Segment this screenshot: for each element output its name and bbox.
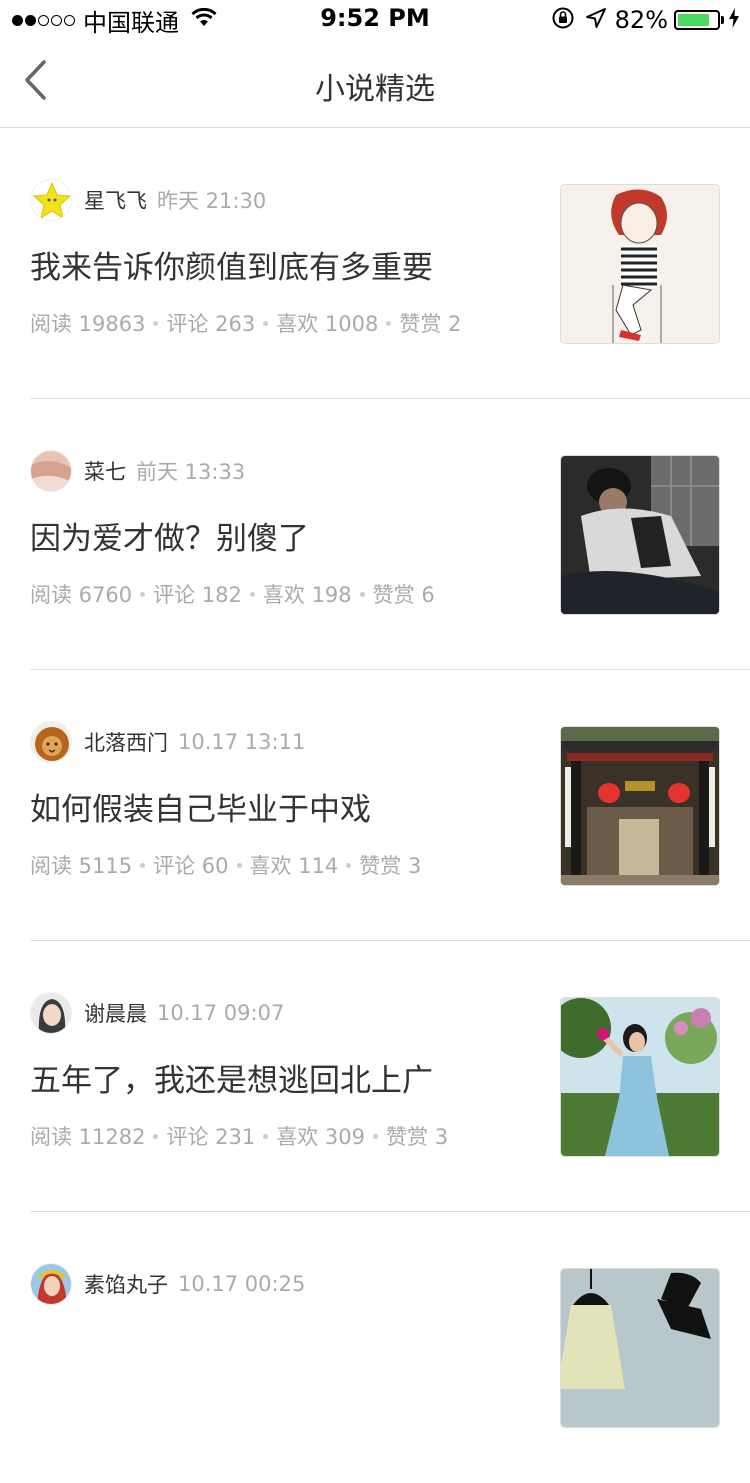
article-item[interactable]: 星飞飞 昨天 21:30 我来告诉你颜值到底有多重要 阅读 19863 评论 2… (30, 128, 750, 399)
article-title[interactable]: 我来告诉你颜值到底有多重要 (30, 242, 433, 287)
separator-dot (249, 591, 255, 597)
like-count: 喜欢 198 (262, 583, 352, 607)
reward-count: 赞赏 3 (386, 1125, 449, 1149)
like-count: 喜欢 114 (249, 854, 339, 878)
separator-dot (140, 862, 146, 868)
post-time: 10.17 09:07 (157, 1001, 285, 1025)
post-time: 前天 13:33 (136, 460, 246, 484)
read-count: 阅读 11282 (30, 1125, 146, 1149)
author-row: 菜七 前天 13:33 (30, 449, 245, 493)
article-thumbnail[interactable] (560, 1268, 720, 1428)
separator-dot (153, 320, 159, 326)
avatar[interactable] (30, 721, 72, 763)
post-time: 10.17 13:11 (178, 730, 306, 754)
author-row: 星飞飞 昨天 21:30 (30, 178, 266, 222)
article-thumbnail[interactable] (560, 184, 720, 344)
author-name[interactable]: 素馅丸子 (84, 1269, 168, 1299)
article-stats: 阅读 5115 评论 60 喜欢 114 赞赏 3 (30, 850, 421, 880)
separator-dot (373, 1133, 379, 1139)
article-thumbnail[interactable] (560, 455, 720, 615)
author-name[interactable]: 菜七 (84, 456, 126, 486)
author-row: 谢晨晨 10.17 09:07 (30, 991, 284, 1035)
separator-dot (263, 320, 269, 326)
reward-count: 赞赏 6 (372, 583, 435, 607)
read-count: 阅读 19863 (30, 312, 146, 336)
author-name[interactable]: 谢晨晨 (84, 998, 147, 1028)
post-time: 昨天 21:30 (157, 189, 267, 213)
avatar[interactable] (30, 179, 72, 221)
separator-dot (386, 320, 392, 326)
article-title[interactable]: 因为爱才做？别傻了 (30, 513, 309, 558)
avatar[interactable] (30, 992, 72, 1034)
article-thumbnail[interactable] (560, 726, 720, 886)
reward-count: 赞赏 3 (359, 854, 422, 878)
avatar[interactable] (30, 1263, 72, 1305)
comment-count: 评论 231 (166, 1125, 256, 1149)
battery-fill (678, 14, 710, 26)
separator-dot (263, 1133, 269, 1139)
like-count: 喜欢 1008 (276, 312, 379, 336)
battery-percent: 82% (614, 6, 668, 34)
article-item[interactable]: 北落西门 10.17 13:11 如何假装自己毕业于中戏 阅读 5115 评论 … (30, 670, 750, 941)
article-item[interactable]: 素馅丸子 10.17 00:25 (30, 1212, 750, 1483)
read-count: 阅读 5115 (30, 854, 133, 878)
article-item[interactable]: 谢晨晨 10.17 09:07 五年了，我还是想逃回北上广 阅读 11282 评… (30, 941, 750, 1212)
article-item[interactable]: 菜七 前天 13:33 因为爱才做？别傻了 阅读 6760 评论 182 喜欢 … (30, 399, 750, 670)
article-stats: 阅读 11282 评论 231 喜欢 309 赞赏 3 (30, 1121, 448, 1151)
separator-dot (153, 1133, 159, 1139)
separator-dot (346, 862, 352, 868)
article-list: 星飞飞 昨天 21:30 我来告诉你颜值到底有多重要 阅读 19863 评论 2… (0, 128, 750, 1483)
separator-dot (140, 591, 146, 597)
read-count: 阅读 6760 (30, 583, 133, 607)
author-name[interactable]: 北落西门 (84, 727, 168, 757)
status-bar: 中国联通 9:52 PM 82% (0, 0, 750, 40)
article-stats: 阅读 19863 评论 263 喜欢 1008 赞赏 2 (30, 308, 461, 338)
comment-count: 评论 263 (166, 312, 256, 336)
article-title[interactable]: 如何假装自己毕业于中戏 (30, 784, 371, 829)
like-count: 喜欢 309 (276, 1125, 366, 1149)
article-stats: 阅读 6760 评论 182 喜欢 198 赞赏 6 (30, 579, 435, 609)
battery-tip (721, 16, 724, 24)
reward-count: 赞赏 2 (399, 312, 462, 336)
separator-dot (359, 591, 365, 597)
charging-bolt-icon (728, 7, 740, 33)
page-title: 小说精选 (315, 72, 435, 107)
comment-count: 评论 182 (153, 583, 242, 607)
rotation-lock-icon (551, 6, 575, 34)
location-arrow-icon (585, 7, 607, 33)
comment-count: 评论 60 (153, 854, 229, 878)
battery-icon (674, 10, 720, 30)
author-row: 素馅丸子 10.17 00:25 (30, 1262, 305, 1306)
navigation-bar: 小说精选 (0, 40, 750, 128)
author-name[interactable]: 星飞飞 (84, 185, 147, 215)
article-thumbnail[interactable] (560, 997, 720, 1157)
avatar[interactable] (30, 450, 72, 492)
separator-dot (236, 862, 242, 868)
post-time: 10.17 00:25 (178, 1272, 306, 1296)
article-title[interactable]: 五年了，我还是想逃回北上广 (30, 1055, 433, 1100)
author-row: 北落西门 10.17 13:11 (30, 720, 305, 764)
